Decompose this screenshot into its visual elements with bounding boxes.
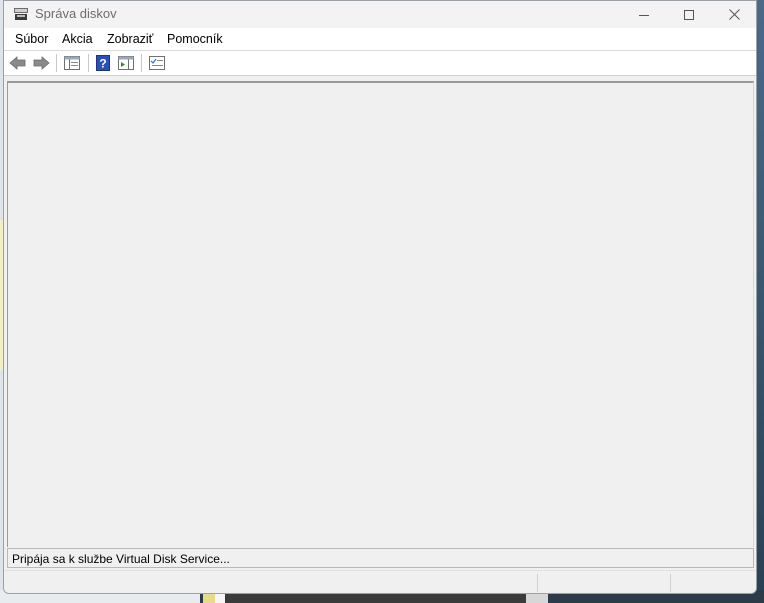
connection-status-panel: Pripája sa k službe Virtual Disk Service… [7, 548, 754, 568]
back-button[interactable] [9, 54, 27, 72]
toolbar-separator [56, 54, 57, 72]
svg-text:?: ? [99, 57, 106, 71]
title-bar[interactable]: Správa diskov [4, 1, 756, 28]
minimize-button[interactable] [621, 1, 667, 28]
forward-arrow-icon [33, 56, 50, 70]
show-hide-action-pane-button[interactable] [117, 54, 135, 72]
maximize-icon [684, 9, 694, 20]
menu-zobrazit[interactable]: Zobraziť [107, 32, 153, 46]
disk-management-app-icon [14, 8, 28, 20]
window-title: Správa diskov [35, 6, 117, 21]
minimize-icon [639, 14, 649, 16]
menu-akcia[interactable]: Akcia [62, 32, 93, 46]
menu-pomocnik[interactable]: Pomocník [167, 32, 223, 46]
toolbar-separator [141, 54, 142, 72]
show-hide-action-pane-icon [118, 56, 134, 70]
status-bar-divider [670, 574, 671, 592]
help-button[interactable]: ? [94, 54, 112, 72]
main-content-pane [7, 81, 754, 547]
toolbar: ? [4, 51, 756, 76]
back-arrow-icon [9, 56, 26, 70]
properties-icon [149, 56, 165, 70]
status-bar-divider [537, 574, 538, 592]
show-hide-console-tree-icon [64, 56, 80, 70]
menu-bar: Súbor Akcia Zobraziť Pomocník [4, 28, 756, 51]
show-hide-console-tree-button[interactable] [63, 54, 81, 72]
menu-subor[interactable]: Súbor [15, 32, 48, 46]
properties-button[interactable] [148, 54, 166, 72]
disk-management-window: Správa diskov Súbor Akcia Zobraziť Pomoc… [3, 0, 757, 594]
status-message: Pripája sa k službe Virtual Disk Service… [12, 552, 230, 566]
close-button[interactable] [711, 1, 756, 28]
toolbar-separator [88, 54, 89, 72]
close-icon [728, 9, 740, 20]
status-bar [4, 570, 756, 593]
maximize-button[interactable] [666, 1, 712, 28]
help-icon: ? [96, 55, 110, 71]
forward-button[interactable] [32, 54, 50, 72]
desktop-wallpaper-right [756, 0, 764, 603]
